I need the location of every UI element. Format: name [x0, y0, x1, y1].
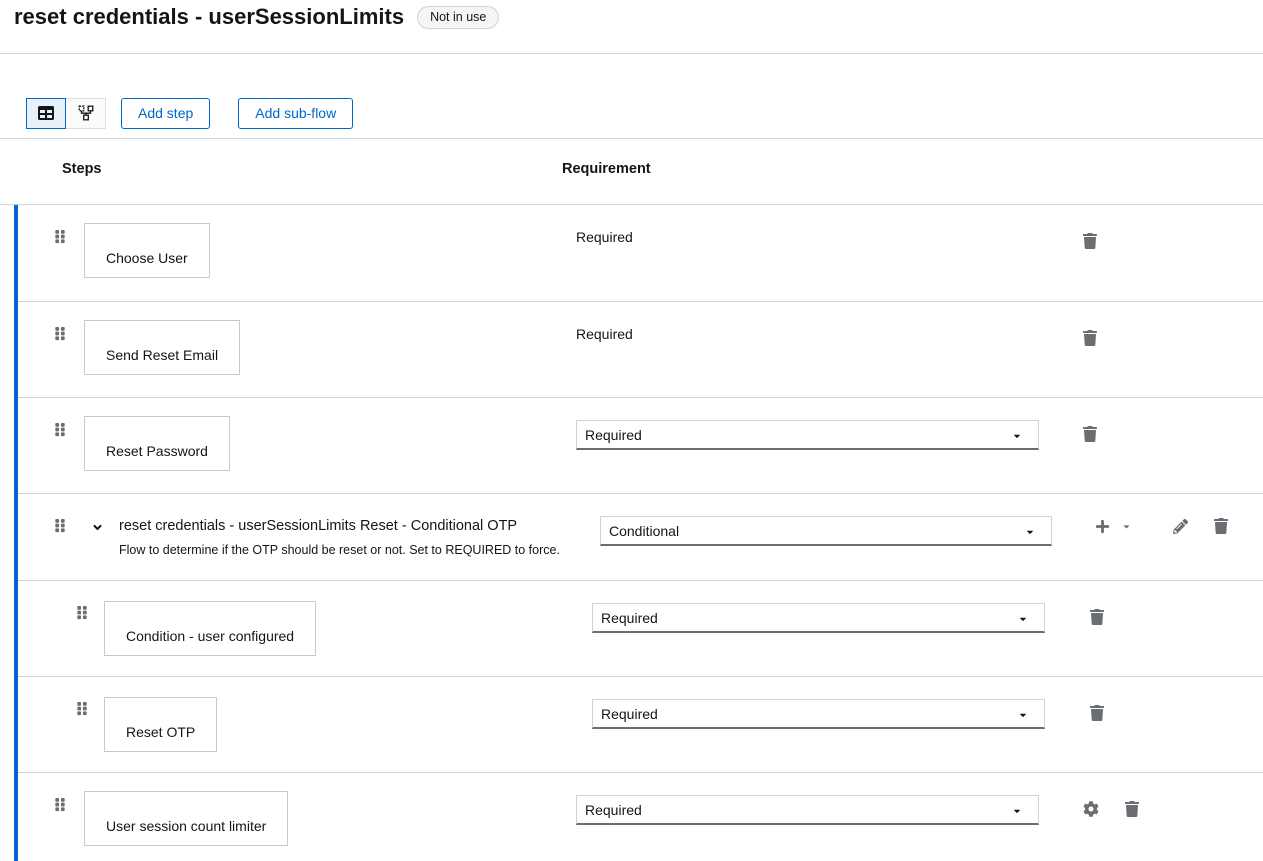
- steps-column-header: Steps: [62, 161, 102, 177]
- delete-button[interactable]: [1083, 426, 1097, 442]
- requirement-select-value: Required: [601, 706, 658, 722]
- row-actions: [1083, 426, 1097, 442]
- table-header: Steps Requirement: [0, 139, 1263, 204]
- trash-icon: [1214, 522, 1228, 537]
- chevron-down-icon: [91, 522, 104, 537]
- page-header: reset credentials - userSessionLimits No…: [0, 0, 1263, 54]
- settings-button[interactable]: [1083, 801, 1099, 817]
- caret-down-icon: [1025, 527, 1035, 537]
- subflow-title: reset credentials - userSessionLimits Re…: [119, 518, 560, 534]
- step-name-box: Choose User: [84, 223, 210, 278]
- subflow-text: reset credentials - userSessionLimits Re…: [119, 518, 560, 557]
- step-name: Condition - user configured: [126, 628, 294, 644]
- drag-handle[interactable]: [55, 797, 65, 812]
- flow-row: Condition - user configured Required: [18, 580, 1263, 676]
- table-icon: [38, 105, 54, 121]
- step-name: User session count limiter: [106, 818, 266, 834]
- toolbar: Add step Add sub-flow: [0, 54, 1263, 139]
- trash-icon: [1083, 334, 1097, 349]
- drag-handle[interactable]: [55, 518, 65, 533]
- plus-icon: [1095, 522, 1110, 537]
- trash-icon: [1125, 805, 1139, 820]
- requirement-value: Required: [576, 229, 633, 245]
- flow-row: Send Reset Email Required: [18, 301, 1263, 397]
- flow-row: reset credentials - userSessionLimits Re…: [18, 493, 1263, 580]
- table-view-toggle[interactable]: [26, 98, 66, 129]
- flow-row: Reset OTP Required: [18, 676, 1263, 772]
- row-actions: [1083, 233, 1097, 249]
- requirement-select[interactable]: Required: [592, 699, 1045, 729]
- delete-button[interactable]: [1125, 801, 1139, 817]
- drag-handle[interactable]: [77, 701, 87, 716]
- step-name: Reset Password: [106, 443, 208, 459]
- collapse-toggle[interactable]: [91, 521, 104, 534]
- trash-icon: [1090, 709, 1104, 724]
- caret-down-icon: [1012, 806, 1022, 816]
- row-actions: [1090, 705, 1104, 721]
- add-options-button[interactable]: [1122, 522, 1131, 531]
- row-actions: [1083, 330, 1097, 346]
- step-name-box: Condition - user configured: [104, 601, 316, 656]
- step-name: Send Reset Email: [106, 347, 218, 363]
- drag-handle[interactable]: [55, 229, 65, 244]
- step-name: Reset OTP: [126, 724, 195, 740]
- add-button[interactable]: [1095, 519, 1110, 534]
- page-title: reset credentials - userSessionLimits: [14, 4, 404, 30]
- requirement-value: Required: [576, 326, 633, 342]
- edit-button[interactable]: [1173, 519, 1188, 534]
- flow-row: Reset Password Required: [18, 397, 1263, 493]
- requirement-select-value: Required: [585, 802, 642, 818]
- step-name: Choose User: [106, 250, 188, 266]
- drag-handle[interactable]: [77, 605, 87, 620]
- drag-handle[interactable]: [55, 422, 65, 437]
- diagram-view-toggle[interactable]: [66, 98, 106, 129]
- caret-down-icon: [1018, 614, 1028, 624]
- drag-handle[interactable]: [55, 326, 65, 341]
- not-in-use-badge: Not in use: [417, 6, 499, 29]
- trash-icon: [1090, 613, 1104, 628]
- flow-table-body: Choose User Required Send Reset Email Re…: [14, 205, 1263, 861]
- flow-row: Choose User Required: [18, 205, 1263, 301]
- trash-icon: [1083, 237, 1097, 252]
- trash-icon: [1083, 430, 1097, 445]
- delete-button[interactable]: [1090, 609, 1104, 625]
- subflow-description: Flow to determine if the OTP should be r…: [119, 543, 560, 557]
- requirement-select[interactable]: Required: [592, 603, 1045, 633]
- step-name-box: User session count limiter: [84, 791, 288, 846]
- step-name-box: Reset Password: [84, 416, 230, 471]
- requirement-select[interactable]: Required: [576, 420, 1039, 450]
- caret-down-icon: [1122, 519, 1131, 534]
- row-actions: [1095, 518, 1228, 534]
- flow-table: Choose User Required Send Reset Email Re…: [0, 204, 1263, 861]
- pencil-icon: [1173, 522, 1188, 537]
- row-actions: [1090, 609, 1104, 625]
- add-step-button[interactable]: Add step: [121, 98, 210, 129]
- step-name-box: Reset OTP: [104, 697, 217, 752]
- requirement-select-value: Required: [601, 610, 658, 626]
- delete-button[interactable]: [1090, 705, 1104, 721]
- requirement-select-value: Conditional: [609, 523, 679, 539]
- step-name-box: Send Reset Email: [84, 320, 240, 375]
- delete-button[interactable]: [1214, 518, 1228, 534]
- add-split-button: [1095, 519, 1131, 534]
- delete-button[interactable]: [1083, 233, 1097, 249]
- gear-icon: [1083, 805, 1099, 820]
- requirement-column-header: Requirement: [562, 161, 651, 177]
- caret-down-icon: [1012, 431, 1022, 441]
- requirement-select[interactable]: Conditional: [600, 516, 1052, 546]
- requirement-select[interactable]: Required: [576, 795, 1039, 825]
- flow-row: User session count limiter Required: [18, 772, 1263, 861]
- view-toggle-group: [26, 98, 106, 129]
- diagram-icon: [78, 105, 94, 121]
- caret-down-icon: [1018, 710, 1028, 720]
- flow-details-page: reset credentials - userSessionLimits No…: [0, 0, 1263, 861]
- row-actions: [1083, 801, 1139, 817]
- requirement-select-value: Required: [585, 427, 642, 443]
- delete-button[interactable]: [1083, 330, 1097, 346]
- add-subflow-button[interactable]: Add sub-flow: [238, 98, 353, 129]
